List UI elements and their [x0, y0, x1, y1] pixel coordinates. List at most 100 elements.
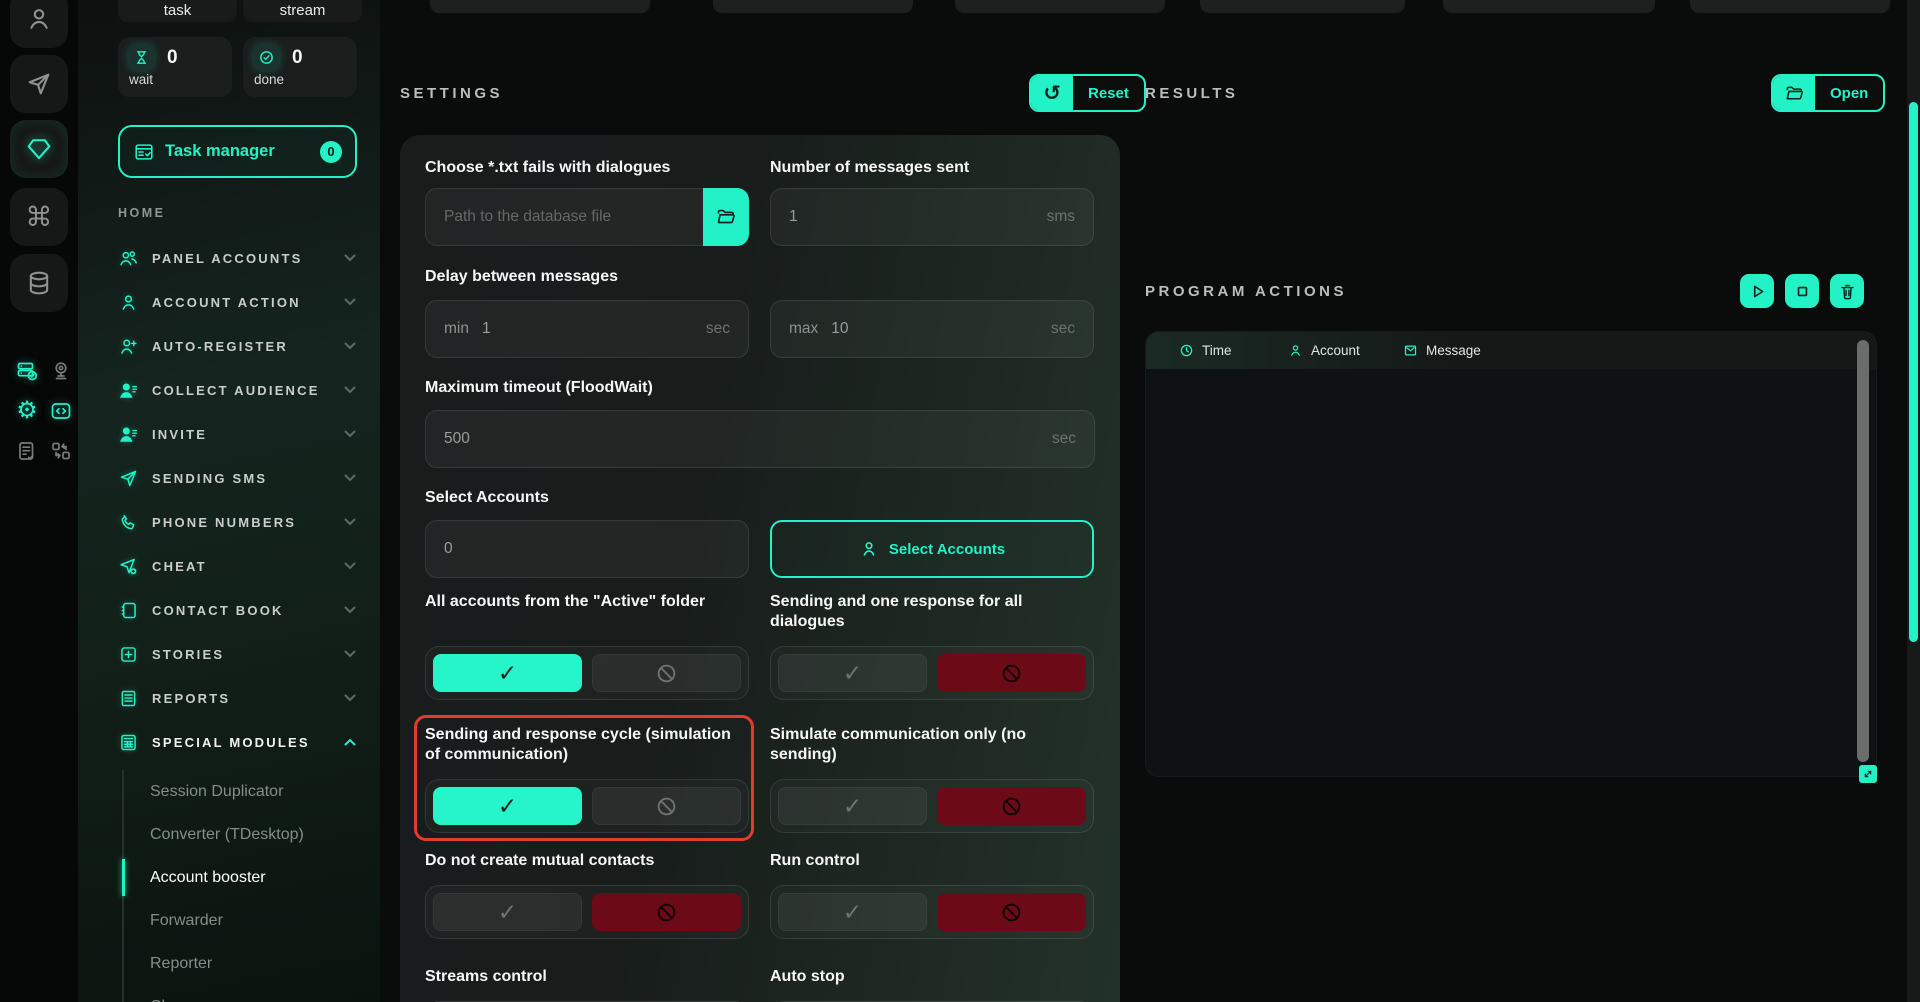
sidebar-item-sending-sms[interactable]: SENDING SMS — [78, 456, 380, 500]
toggle-label: Do not create mutual contacts — [425, 851, 749, 871]
max-prefix: max — [789, 320, 818, 338]
shortcuts-button[interactable]: ⌘ — [10, 188, 68, 246]
table-resize-handle[interactable] — [1859, 765, 1877, 783]
delay-max-input[interactable]: max 10 sec — [770, 300, 1094, 358]
nav-label: STORIES — [152, 647, 224, 662]
webcam-button[interactable] — [48, 358, 74, 384]
top-tab-1[interactable] — [430, 0, 650, 13]
database-button[interactable] — [10, 254, 68, 312]
block-option[interactable] — [937, 787, 1086, 825]
table-scrollbar-thumb[interactable] — [1857, 340, 1869, 762]
toggle-group-auto-stop: Auto stop ✓ — [770, 967, 1094, 1002]
server-check-button[interactable] — [14, 358, 40, 384]
reset-button[interactable]: ↺ Reset — [1029, 74, 1146, 112]
block-option[interactable] — [592, 787, 741, 825]
allow-option[interactable]: ✓ — [433, 893, 582, 931]
code-window-button[interactable] — [48, 398, 74, 424]
person-icon — [118, 292, 139, 313]
play-icon — [1748, 282, 1767, 301]
clipboard-check-button[interactable] — [14, 438, 40, 464]
page-scrollbar-thumb[interactable] — [1909, 102, 1918, 642]
toggle-control[interactable]: ✓ — [425, 646, 749, 700]
allow-option[interactable]: ✓ — [778, 787, 927, 825]
gear-button[interactable]: ⚙ — [14, 398, 40, 424]
messages-count-input[interactable]: 1 sms — [770, 188, 1094, 246]
sidebar-item-cheat[interactable]: CHEAT — [78, 544, 380, 588]
accounts-count-input[interactable]: 0 — [425, 520, 749, 578]
sidebar-item-phone-numbers[interactable]: PHONE NUMBERS — [78, 500, 380, 544]
block-option[interactable] — [937, 893, 1086, 931]
submenu-label: Session Duplicator — [150, 783, 283, 801]
sidebar-item-auto-register[interactable]: AUTO-REGISTER — [78, 324, 380, 368]
select-accounts-button[interactable]: Select Accounts — [770, 520, 1094, 578]
tab-stream[interactable]: stream — [243, 0, 362, 22]
delete-button[interactable] — [1830, 274, 1864, 308]
profile-button[interactable] — [10, 0, 68, 48]
submenu-label: Cleaner — [150, 998, 206, 1002]
page-scrollbar[interactable] — [1907, 0, 1920, 1002]
submenu-item-reporter[interactable]: Reporter — [124, 942, 372, 985]
submenu-item-session-duplicator[interactable]: Session Duplicator — [124, 770, 372, 813]
allow-option[interactable]: ✓ — [778, 893, 927, 931]
sidebar-item-home[interactable]: HOME — [118, 206, 166, 220]
send-button[interactable] — [10, 55, 68, 113]
top-tab-3[interactable] — [955, 0, 1165, 13]
person-icon — [859, 539, 879, 559]
chevron-down-icon — [344, 474, 356, 482]
timeout-label: Maximum timeout (FloodWait) — [425, 378, 1095, 398]
sidebar-item-account-action[interactable]: ACCOUNT ACTION — [78, 280, 380, 324]
timeout-input[interactable]: 500 sec — [425, 410, 1095, 468]
column-account[interactable]: Account — [1288, 343, 1403, 358]
browse-folder-button[interactable] — [703, 188, 749, 246]
delay-min-input[interactable]: min 1 sec — [425, 300, 749, 358]
toggle-control[interactable]: ✓ — [425, 885, 749, 939]
swap-button[interactable] — [48, 438, 74, 464]
stop-button[interactable] — [1785, 274, 1819, 308]
diamond-module-button[interactable] — [10, 120, 68, 178]
tab-task[interactable]: task — [118, 0, 237, 22]
submenu-item-forwarder[interactable]: Forwarder — [124, 899, 372, 942]
sidebar-item-stories[interactable]: STORIES — [78, 632, 380, 676]
sidebar-item-reports[interactable]: REPORTS — [78, 676, 380, 720]
paper-plane-icon — [25, 70, 53, 98]
toggle-control[interactable]: ✓ — [770, 885, 1094, 939]
check-icon: ✓ — [498, 662, 517, 685]
column-time[interactable]: Time — [1179, 343, 1288, 358]
submenu-item-converter[interactable]: Converter (TDesktop) — [124, 813, 372, 856]
submenu-item-cleaner[interactable]: Cleaner — [124, 985, 372, 1002]
block-option[interactable] — [592, 893, 741, 931]
wait-label: wait — [129, 72, 221, 87]
sidebar-item-contact-book[interactable]: CONTACT BOOK — [78, 588, 380, 632]
contact-book-icon — [118, 600, 139, 621]
toggle-control[interactable]: ✓ — [425, 779, 749, 833]
sidebar-item-invite[interactable]: INVITE — [78, 412, 380, 456]
open-results-button[interactable]: Open — [1771, 74, 1885, 112]
allow-option[interactable]: ✓ — [433, 787, 582, 825]
block-icon — [655, 901, 678, 924]
chevron-down-icon — [344, 386, 356, 394]
task-manager-button[interactable]: Task manager 0 — [118, 125, 357, 178]
column-message[interactable]: Message — [1403, 343, 1481, 358]
sidebar-item-collect-audience[interactable]: COLLECT AUDIENCE — [78, 368, 380, 412]
toggle-control[interactable]: ✓ — [770, 779, 1094, 833]
allow-option[interactable]: ✓ — [778, 654, 927, 692]
toggle-label: Sending and response cycle (simulation o… — [425, 725, 749, 769]
sidebar-item-special-modules[interactable]: SPECIAL MODULES — [78, 720, 380, 764]
toggle-control[interactable]: ✓ — [770, 646, 1094, 700]
play-button[interactable] — [1740, 274, 1774, 308]
icon-rail: ⌘ ⚙ — [0, 0, 78, 1002]
submenu-item-account-booster[interactable]: Account booster — [124, 856, 372, 899]
toggle-label: Simulate communication only (no sending) — [770, 725, 1094, 769]
sidebar-item-panel-accounts[interactable]: PANEL ACCOUNTS — [78, 236, 380, 280]
top-tab-4[interactable] — [1200, 0, 1405, 13]
done-count: 0 — [292, 47, 303, 69]
db-path-input[interactable]: Path to the database file — [425, 188, 749, 246]
app-window: ⌘ ⚙ task stream — [0, 0, 1920, 1002]
top-tab-2[interactable] — [713, 0, 913, 13]
top-tab-6[interactable] — [1690, 0, 1890, 13]
allow-option[interactable]: ✓ — [433, 654, 582, 692]
done-label: done — [254, 72, 346, 87]
block-option[interactable] — [592, 654, 741, 692]
top-tab-5[interactable] — [1443, 0, 1655, 13]
block-option[interactable] — [937, 654, 1086, 692]
